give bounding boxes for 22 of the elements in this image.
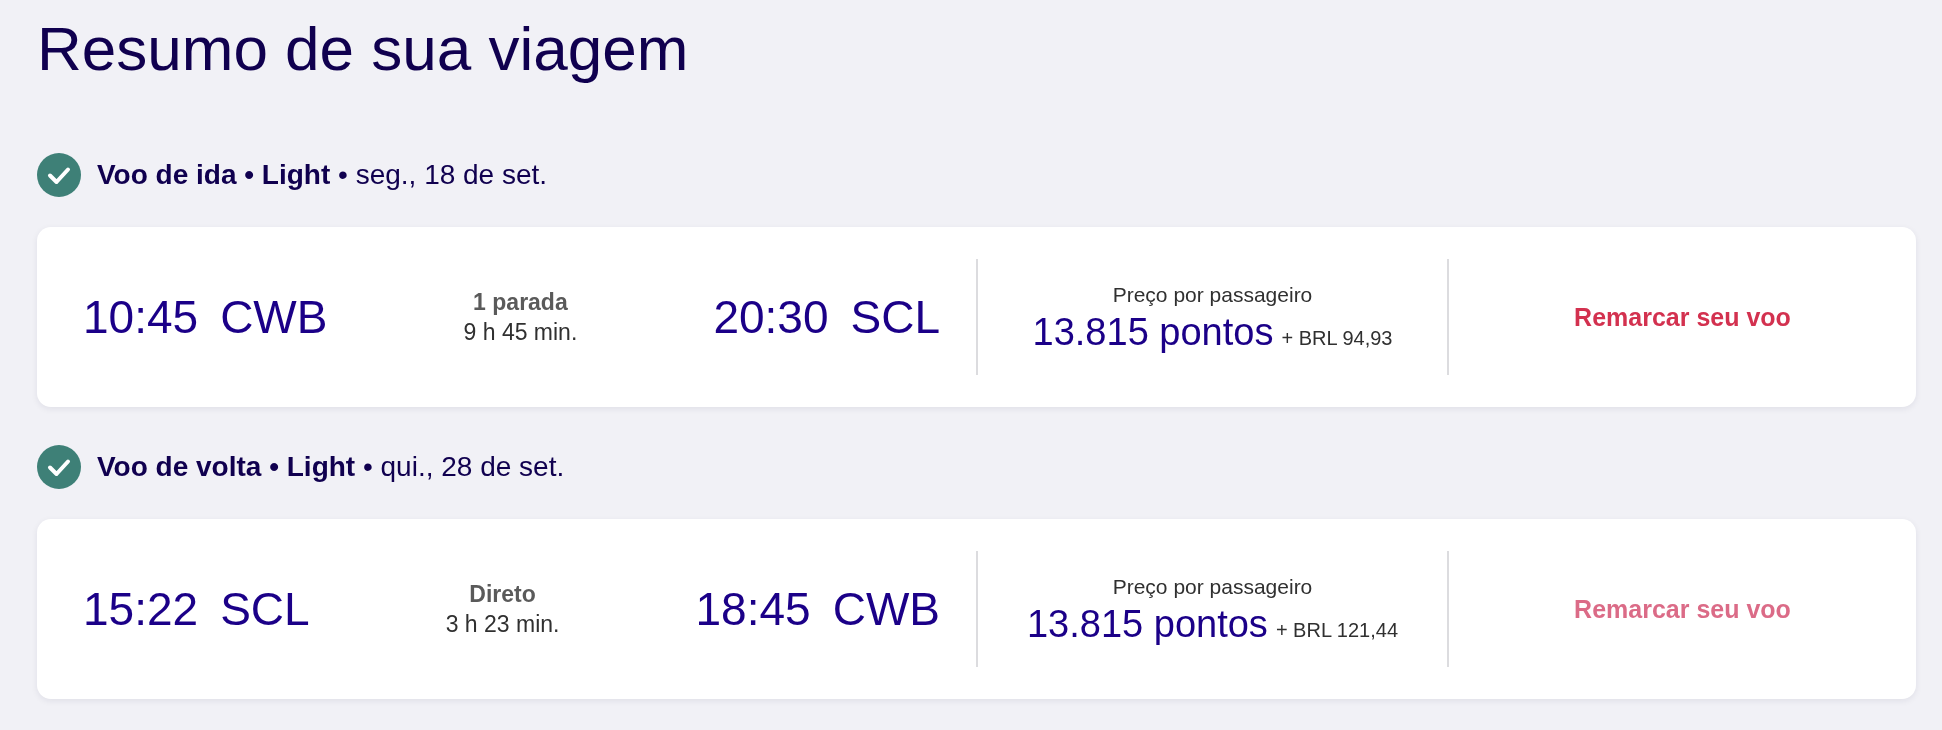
page-title: Resumo de sua viagem: [37, 13, 689, 84]
airport-code: SCL: [220, 582, 310, 636]
arrival-time: 18:45: [695, 582, 811, 636]
stops-label: 1 parada: [473, 288, 568, 317]
flight-heading: Voo de volta • Light • qui., 28 de set.: [97, 451, 565, 483]
cash-price: + BRL 121,44: [1275, 619, 1398, 642]
points-price: 13.815 pontos: [1032, 310, 1274, 354]
airport-code: CWB: [220, 290, 328, 344]
price-label: Preço por passageiro: [1112, 282, 1313, 308]
departure-time: 10:45: [83, 290, 199, 344]
price-label: Preço por passageiro: [1112, 574, 1313, 600]
departure-time: 15:22: [83, 582, 199, 636]
duration-text: 3 h 23 min.: [445, 610, 560, 639]
flight-heading: Voo de ida • Light • seg., 18 de set.: [97, 159, 548, 191]
points-price: 13.815 pontos: [1027, 602, 1268, 646]
cash-price: + BRL 94,93: [1281, 327, 1393, 350]
duration-text: 9 h 45 min.: [463, 318, 578, 347]
reschedule-link[interactable]: Remarcar seu voo: [1574, 302, 1791, 332]
airport-code: SCL: [850, 290, 940, 344]
arrival-time: 20:30: [713, 290, 829, 344]
stops-label: Direto: [469, 580, 536, 609]
airport-code: CWB: [832, 582, 940, 636]
